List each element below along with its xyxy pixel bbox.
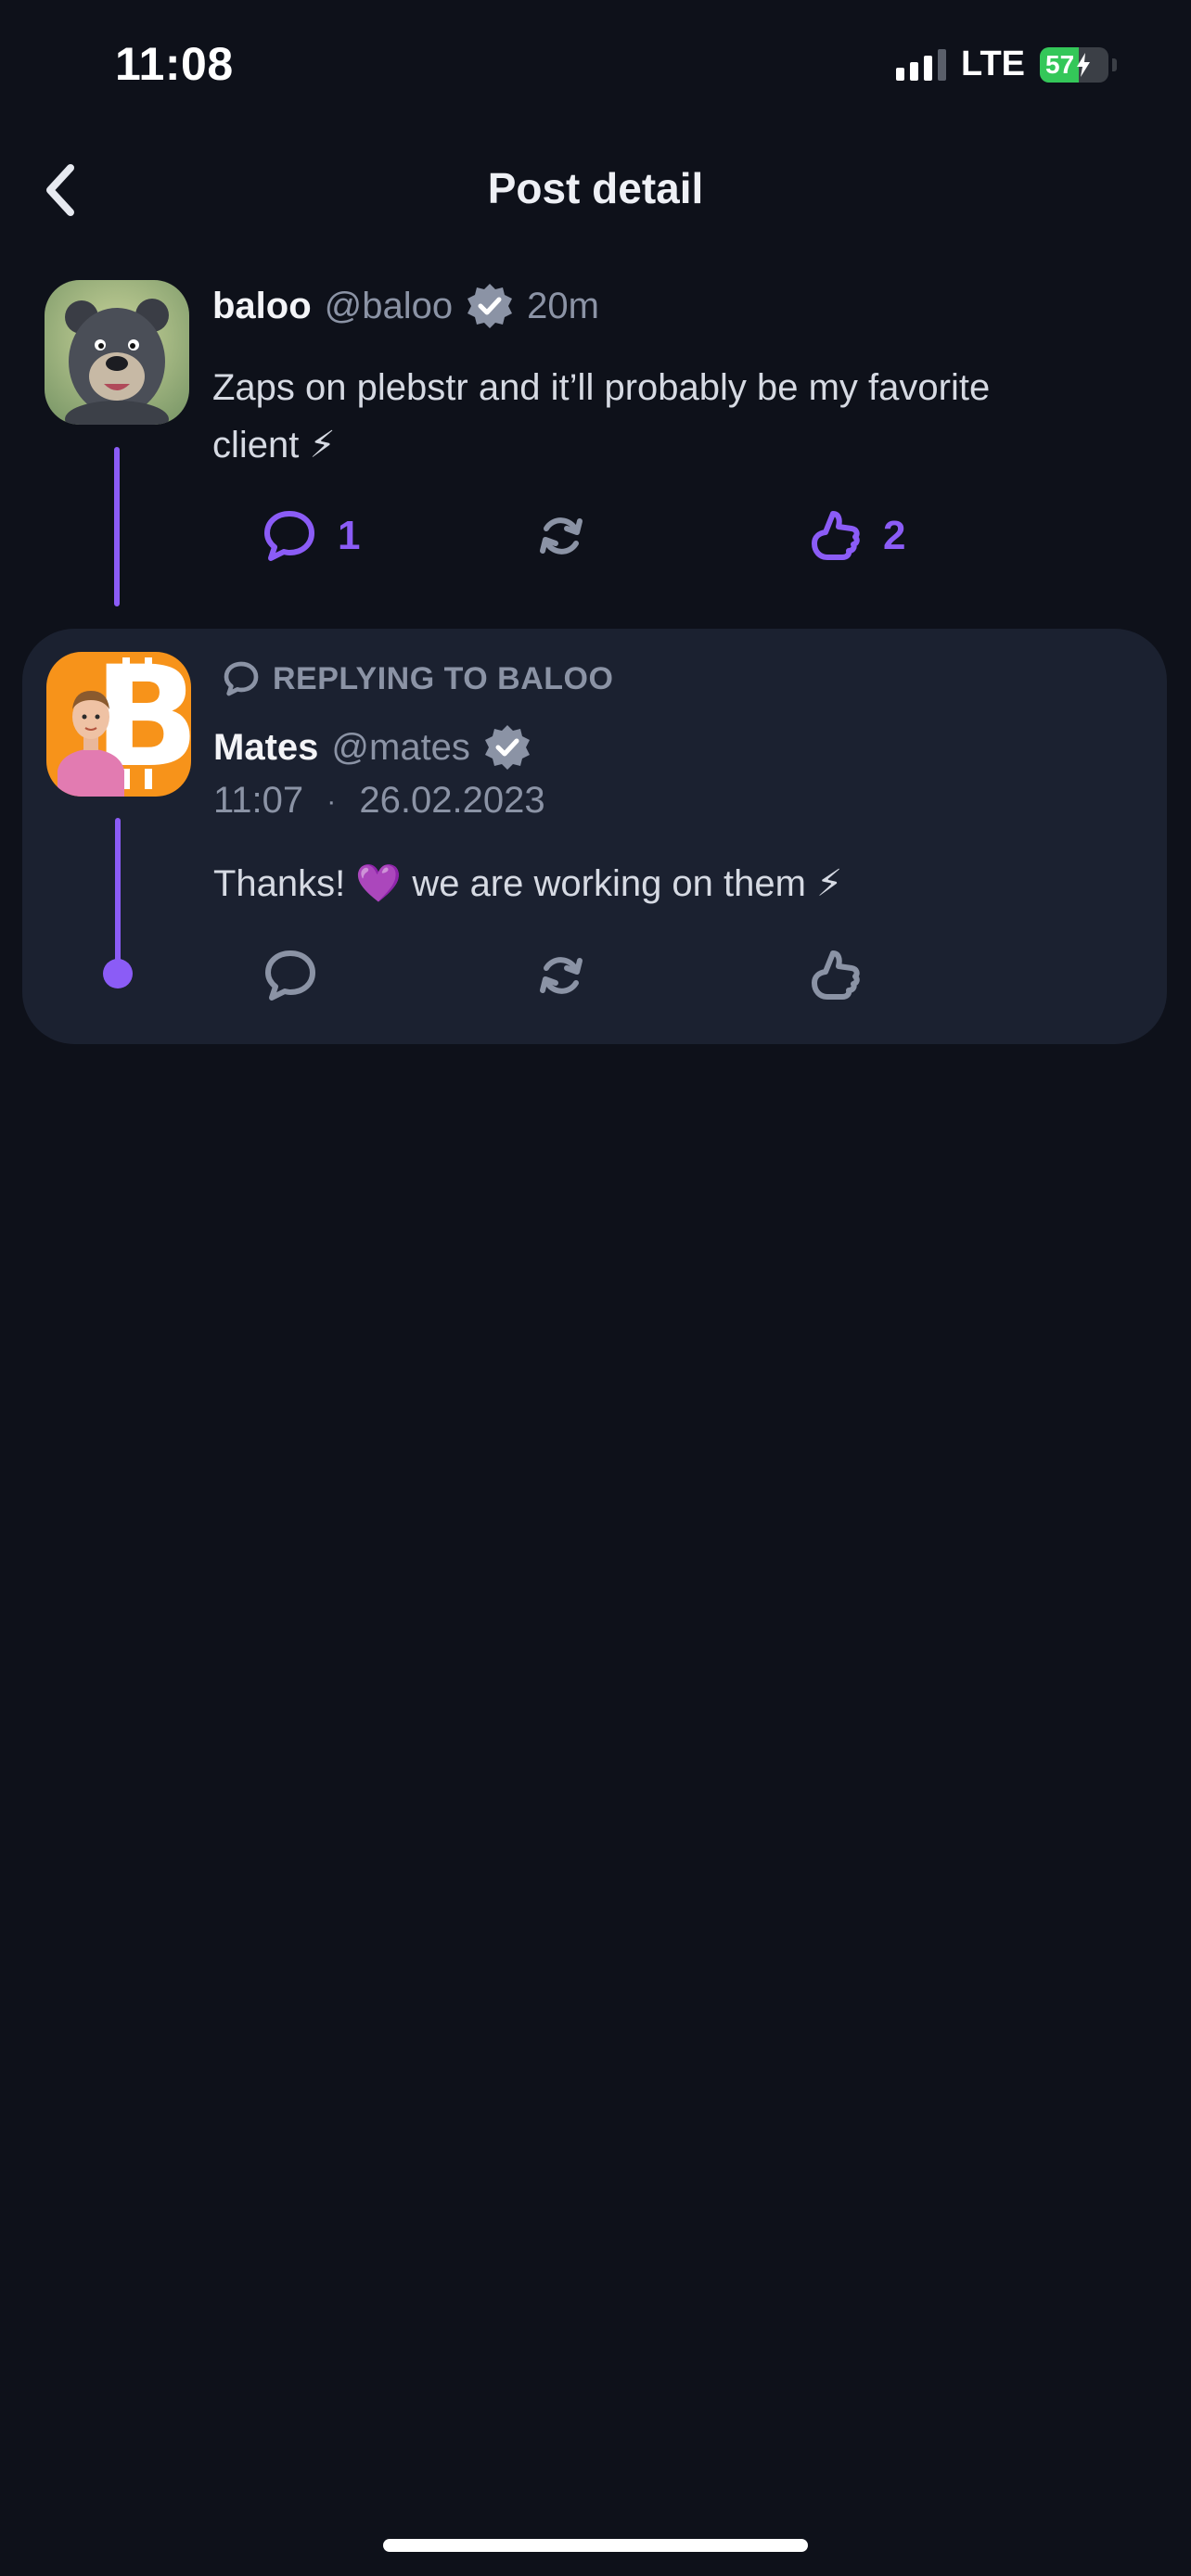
status-indicators: LTE 57 [896,45,1117,84]
reply-header: Mates @mates [213,723,531,772]
comment-icon [264,511,314,561]
repost-icon [540,957,583,994]
reply-comment-button[interactable] [263,948,318,1003]
post-content: Zaps on plebstr and it’ll probably be my… [212,359,1140,474]
reply-time: 11:07 [213,780,304,821]
reply-date: 26.02.2023 [359,780,545,821]
thread-connector [115,818,121,968]
status-time: 11:08 [115,38,234,90]
timestamp-separator: · [327,786,337,818]
author-name[interactable]: baloo [212,286,312,327]
post-text-line: Zaps on plebstr and it’ll probably be my… [212,367,991,408]
reply-author-handle[interactable]: @mates [331,727,470,769]
thread-connector [114,447,120,606]
mates-avatar[interactable]: B [46,652,191,797]
reply-timestamp: 11:07 · 26.02.2023 [213,780,545,822]
battery-icon: 57 [1040,46,1108,83]
reply-count: 1 [338,513,361,558]
reply-content: Thanks! 💜 we are working on them ⚡ [213,863,843,904]
baloo-avatar[interactable] [45,280,189,425]
verified-badge-icon [483,723,531,772]
thumbs-up-icon [812,950,860,1000]
post-text-line: client ⚡ [212,425,336,465]
like-action-button[interactable]: 2 [807,508,905,564]
network-label: LTE [961,45,1025,83]
reply-like-button[interactable] [807,948,863,1003]
thumbs-up-icon [812,511,860,560]
reply-action-button[interactable]: 1 [262,508,360,564]
post-header: baloo @baloo 20m [212,282,599,330]
replying-to-text: REPLYING TO BALOO [273,660,614,696]
like-count: 2 [883,513,906,558]
charging-bolt-icon [1077,52,1091,77]
signal-icon [896,48,947,81]
repost-icon [540,517,583,555]
verified-badge-icon [466,282,514,330]
reply-author-name[interactable]: Mates [213,727,318,769]
comment-icon [224,661,259,696]
replying-to-label[interactable]: REPLYING TO BALOO [223,660,613,697]
author-handle[interactable]: @baloo [325,286,453,327]
post-detail-screen: 11:08 LTE 57 Post detail baloo @baloo 20… [0,0,1191,2576]
comment-icon [265,950,315,1001]
home-indicator[interactable] [383,2539,808,2552]
post-time: 20m [527,285,599,326]
battery-cap [1112,57,1117,71]
reply-repost-button[interactable] [533,948,589,1003]
thread-end-dot [103,959,133,988]
page-title: Post detail [487,164,704,212]
battery-level: 57 [1045,49,1075,79]
repost-action-button[interactable] [533,508,589,564]
